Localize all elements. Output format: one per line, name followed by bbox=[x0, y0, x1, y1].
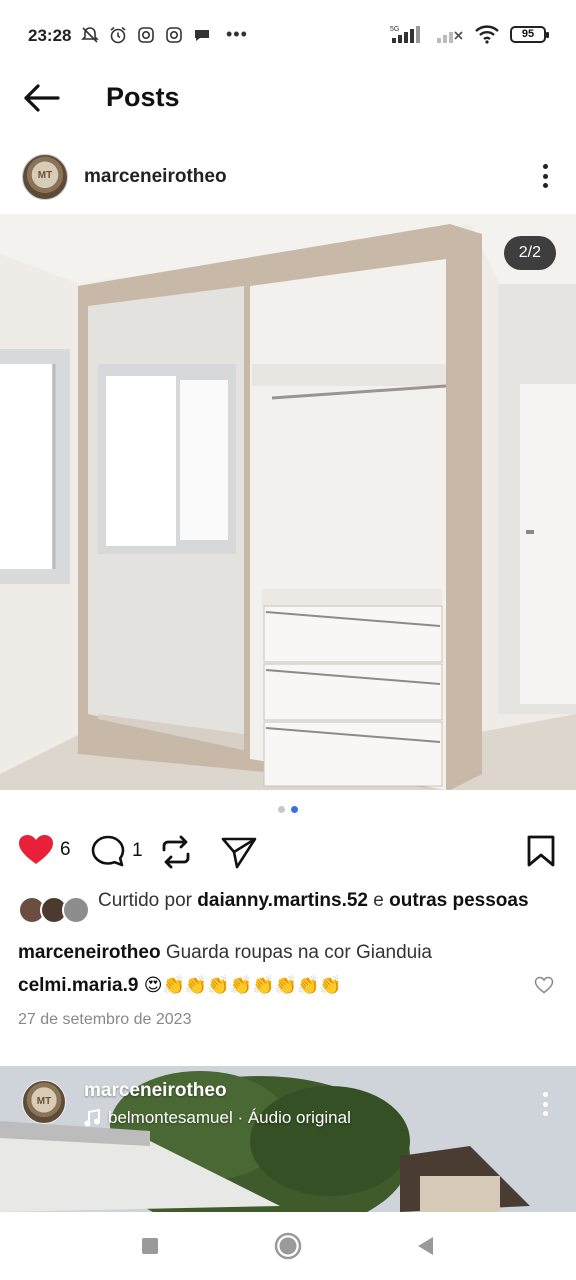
audio-label: belmontesamuel · Áudio original bbox=[108, 1108, 351, 1127]
avatar[interactable]: MT bbox=[22, 154, 68, 200]
wifi-icon bbox=[475, 25, 499, 44]
repost-icon[interactable] bbox=[158, 834, 194, 870]
comment-action[interactable]: 1 bbox=[90, 834, 143, 868]
like-count: 6 bbox=[60, 839, 71, 860]
heart-filled-icon[interactable] bbox=[18, 834, 54, 866]
chat-icon bbox=[195, 29, 209, 41]
bookmark-icon[interactable] bbox=[526, 834, 556, 868]
caption-username[interactable]: marceneirotheo bbox=[18, 942, 161, 963]
system-nav-bar bbox=[0, 1212, 576, 1280]
share-send-icon[interactable] bbox=[220, 834, 258, 870]
liked-by-username[interactable]: daianny.martins.52 bbox=[197, 890, 368, 911]
next-post-audio[interactable]: belmontesamuel · Áudio original bbox=[84, 1108, 351, 1128]
signal-icon: 5G bbox=[390, 26, 420, 43]
app-header: Posts bbox=[0, 70, 576, 130]
alarm-icon bbox=[110, 26, 126, 43]
comment-bubble-icon[interactable] bbox=[90, 834, 126, 868]
post-header: MT marceneirotheo bbox=[0, 148, 576, 208]
comment-text: 😍👏👏👏👏👏👏👏👏 bbox=[143, 975, 342, 995]
post-actions: 6 1 bbox=[0, 830, 576, 876]
post-username[interactable]: marceneirotheo bbox=[84, 166, 227, 188]
post-image[interactable]: 2/2 bbox=[0, 214, 576, 790]
arrow-left-icon[interactable] bbox=[20, 80, 64, 116]
instagram-icon bbox=[138, 26, 154, 43]
avatar-logo-text: MT bbox=[37, 170, 53, 181]
page-title: Posts bbox=[106, 82, 180, 112]
liker-avatars bbox=[18, 896, 90, 926]
liked-by-prefix: Curtido por bbox=[98, 890, 192, 911]
heart-outline-icon[interactable] bbox=[534, 976, 554, 994]
carousel-dot-active bbox=[291, 806, 298, 813]
mute-notifications-icon bbox=[81, 26, 99, 43]
svg-text:5G: 5G bbox=[390, 26, 399, 33]
next-post-preview[interactable]: MT marceneirotheo belmontesamuel · Áudio… bbox=[0, 1066, 576, 1212]
carousel-indicator bbox=[0, 806, 576, 813]
comment-count: 1 bbox=[132, 840, 143, 861]
caption-text: Guarda roupas na cor Gianduia bbox=[165, 942, 432, 963]
signal-icon bbox=[437, 31, 463, 43]
battery-icon: 95 bbox=[510, 25, 549, 43]
media-counter: 2/2 bbox=[503, 236, 556, 270]
post-caption: marceneirotheo Guarda roupas na cor Gian… bbox=[18, 942, 432, 964]
status-system-icons: 5G 95 bbox=[390, 24, 549, 44]
home-circle-icon[interactable] bbox=[273, 1231, 303, 1261]
status-notification-icons: ••• bbox=[80, 24, 248, 45]
music-note-icon bbox=[84, 1109, 100, 1127]
recents-square-icon[interactable] bbox=[135, 1231, 165, 1261]
more-options-icon[interactable] bbox=[536, 160, 554, 192]
avatar[interactable]: MT bbox=[22, 1080, 66, 1124]
back-triangle-icon[interactable] bbox=[411, 1231, 441, 1261]
wardrobe-photo bbox=[0, 214, 576, 790]
liked-by-others[interactable]: outras pessoas bbox=[389, 890, 528, 911]
comment-username[interactable]: celmi.maria.9 bbox=[18, 975, 138, 996]
status-bar: 23:28 ••• 5G 95 bbox=[0, 0, 576, 70]
avatar-logo-text: MT bbox=[36, 1096, 52, 1107]
like-action[interactable]: 6 bbox=[18, 834, 71, 866]
more-options-icon[interactable] bbox=[536, 1088, 554, 1120]
instagram-icon bbox=[166, 26, 182, 43]
liked-by-text: Curtido por daianny.martins.52 e outras … bbox=[98, 888, 558, 913]
comment-preview[interactable]: celmi.maria.9 😍👏👏👏👏👏👏👏👏 bbox=[18, 975, 342, 997]
status-time: 23:28 bbox=[28, 26, 72, 45]
avatar bbox=[62, 896, 90, 924]
carousel-dot bbox=[278, 806, 285, 813]
post-date: 27 de setembro de 2023 bbox=[18, 1011, 192, 1028]
next-post-username[interactable]: marceneirotheo bbox=[84, 1080, 227, 1102]
more-dots-icon: ••• bbox=[226, 24, 248, 44]
liked-by-connector: e bbox=[373, 890, 384, 911]
